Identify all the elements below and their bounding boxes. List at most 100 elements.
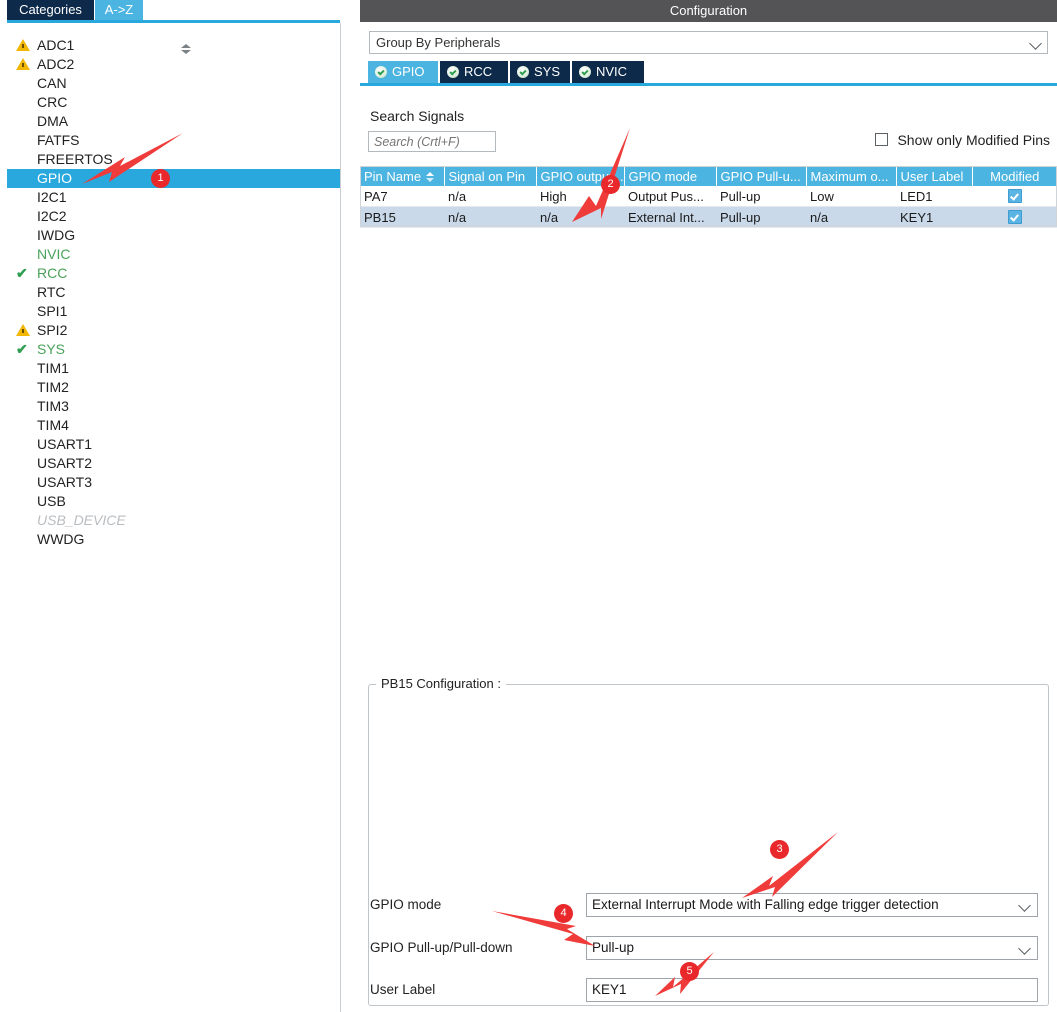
sidebar-item-spi2[interactable]: SPI2 (7, 321, 340, 340)
peripherals-tabbar: Categories A->Z (0, 0, 340, 20)
warning-triangle-icon (16, 324, 30, 337)
status-none-icon (16, 115, 30, 128)
sidebar-item-sys[interactable]: ✔ SYS (7, 340, 340, 359)
chevron-down-icon (1029, 37, 1042, 50)
table-cell[interactable]: n/a (536, 206, 624, 228)
status-none-icon (16, 476, 30, 489)
column-header-4[interactable]: GPIO Pull-u... (716, 166, 807, 186)
table-cell[interactable]: External Int... (624, 206, 716, 228)
field-label: GPIO mode (370, 897, 442, 912)
sidebar-item-usart3[interactable]: USART3 (7, 473, 340, 492)
sidebar-item-i2c1[interactable]: I2C1 (7, 188, 340, 207)
sidebar-item-label: RTC (37, 284, 66, 300)
sidebar-item-label: CAN (37, 75, 67, 91)
status-none-icon (16, 210, 30, 223)
status-none-icon (16, 77, 30, 90)
modified-checkbox-cell[interactable] (972, 186, 1057, 207)
group-by-select[interactable]: Group By Peripherals (369, 31, 1048, 54)
status-none-icon (16, 305, 30, 318)
check-circle-icon (375, 66, 387, 78)
tab-label: GPIO (392, 64, 425, 79)
column-header-5[interactable]: Maximum o... (806, 166, 897, 186)
tab-label: RCC (464, 64, 493, 79)
column-header-3[interactable]: GPIO mode (624, 166, 717, 186)
status-none-icon (16, 229, 30, 242)
sidebar-item-label: USB_DEVICE (37, 512, 126, 528)
table-cell[interactable]: n/a (444, 206, 536, 228)
table-cell[interactable]: n/a (444, 186, 536, 207)
sidebar-item-iwdg[interactable]: IWDG (7, 226, 340, 245)
status-none-icon (16, 533, 30, 546)
table-row[interactable]: PB15 n/a n/a External Int... Pull-up n/a KEY1 (360, 206, 1057, 228)
sidebar-item-usb_device[interactable]: USB_DEVICE (7, 511, 340, 530)
column-header-0[interactable]: Pin Name (360, 166, 445, 186)
peripherals-list: ADC1 ADC2 CAN CRC DMA FATFS FREERTOS GPIO I2C1 I2… (7, 36, 340, 549)
annotation-badge-1: 1 (151, 169, 170, 188)
field-select-gpio-mode[interactable]: External Interrupt Mode with Falling edg… (586, 893, 1038, 917)
peripheral-tabs: GPIO RCC SYS NVIC (360, 61, 1057, 86)
sidebar-item-freertos[interactable]: FREERTOS (7, 150, 340, 169)
table-cell[interactable]: Pull-up (716, 206, 806, 228)
sidebar-item-tim2[interactable]: TIM2 (7, 378, 340, 397)
sidebar-item-adc2[interactable]: ADC2 (7, 55, 340, 74)
field-select-gpio-pull-up-pull-down[interactable]: Pull-up (586, 936, 1038, 960)
table-cell[interactable]: Output Pus... (624, 186, 716, 207)
status-none-icon (16, 191, 30, 204)
tab-rcc[interactable]: RCC (440, 61, 508, 83)
sidebar-item-rcc[interactable]: ✔ RCC (7, 264, 340, 283)
tab-label: SYS (534, 64, 561, 79)
table-cell[interactable]: n/a (806, 206, 896, 228)
table-cell[interactable]: Pull-up (716, 186, 806, 207)
sidebar-item-tim4[interactable]: TIM4 (7, 416, 340, 435)
sidebar-item-can[interactable]: CAN (7, 74, 340, 93)
field-row: GPIO mode External Interrupt Mode with Fa… (360, 892, 1041, 918)
sidebar-item-wwdg[interactable]: WWDG (7, 530, 340, 549)
peripherals-panel: Categories A->Z ADC1 ADC2 CAN CRC DMA FATFS FR… (0, 0, 341, 1012)
sidebar-item-label: RCC (37, 265, 68, 281)
table-cell[interactable]: KEY1 (896, 206, 972, 228)
table-row[interactable]: PA7 n/a High Output Pus... Pull-up Low LED1 (360, 186, 1057, 207)
column-header-7[interactable]: Modified (972, 166, 1057, 186)
show-only-modified-pins-checkbox[interactable]: Show only Modified Pins (874, 131, 1050, 150)
table-cell[interactable]: Low (806, 186, 896, 207)
search-input[interactable] (368, 131, 496, 152)
sidebar-item-nvic[interactable]: NVIC (7, 245, 340, 264)
check-icon: ✔ (16, 265, 28, 281)
sidebar-item-tim1[interactable]: TIM1 (7, 359, 340, 378)
column-header-6[interactable]: User Label (896, 166, 973, 186)
tab-a-z[interactable]: A->Z (95, 0, 143, 20)
column-header-label: GPIO mode (628, 168, 698, 184)
sidebar-item-gpio[interactable]: GPIO (7, 169, 340, 188)
group-by-value: Group By Peripherals (376, 35, 501, 50)
table-cell[interactable]: LED1 (896, 186, 972, 207)
sidebar-item-usart1[interactable]: USART1 (7, 435, 340, 454)
tab-categories[interactable]: Categories (7, 0, 94, 20)
sidebar-item-crc[interactable]: CRC (7, 93, 340, 112)
sidebar-item-i2c2[interactable]: I2C2 (7, 207, 340, 226)
tab-gpio[interactable]: GPIO (368, 61, 438, 83)
annotation-badge-5: 5 (680, 962, 699, 981)
modified-checkbox-cell[interactable] (972, 206, 1057, 228)
sidebar-item-usb[interactable]: USB (7, 492, 340, 511)
tab-nvic[interactable]: NVIC (572, 61, 644, 83)
field-input-user-label[interactable]: KEY1 (586, 978, 1038, 1002)
table-body: PA7 n/a High Output Pus... Pull-up Low LED1 PB1… (360, 186, 1057, 228)
sidebar-item-label: ADC1 (37, 37, 75, 53)
sidebar-item-adc1[interactable]: ADC1 (7, 36, 340, 55)
table-cell[interactable]: PA7 (360, 186, 444, 207)
sidebar-item-spi1[interactable]: SPI1 (7, 302, 340, 321)
sidebar-item-label: ADC2 (37, 56, 75, 72)
sidebar-item-label: TIM3 (37, 398, 69, 414)
sort-arrow-icon (425, 171, 435, 182)
table-cell[interactable]: PB15 (360, 206, 444, 228)
tab-sys[interactable]: SYS (510, 61, 570, 83)
column-header-1[interactable]: Signal on Pin (444, 166, 537, 186)
column-header-label: User Label (900, 168, 964, 184)
checkbox-checked-icon (1007, 188, 1022, 203)
sidebar-item-fatfs[interactable]: FATFS (7, 131, 340, 150)
sidebar-item-tim3[interactable]: TIM3 (7, 397, 340, 416)
sidebar-item-dma[interactable]: DMA (7, 112, 340, 131)
sidebar-item-rtc[interactable]: RTC (7, 283, 340, 302)
column-header-label: Signal on Pin (448, 168, 526, 184)
sidebar-item-usart2[interactable]: USART2 (7, 454, 340, 473)
